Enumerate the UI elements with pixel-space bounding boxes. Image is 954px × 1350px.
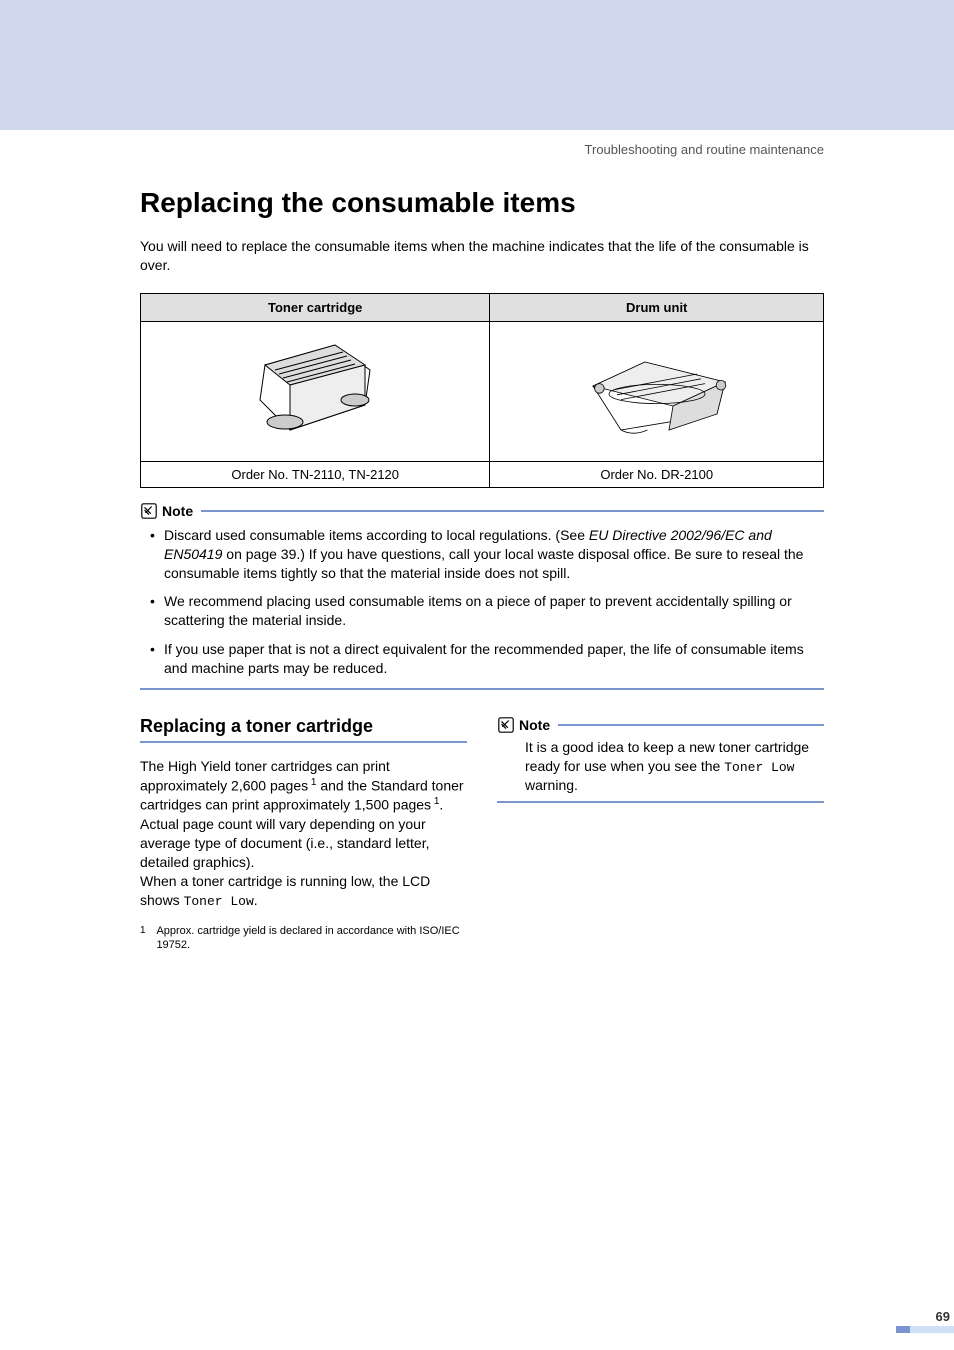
footer-bar-dark <box>896 1326 910 1333</box>
note2-body: It is a good idea to keep a new toner ca… <box>497 738 824 795</box>
toner-paragraph: The High Yield toner cartridges can prin… <box>140 757 467 910</box>
header-band <box>0 0 954 130</box>
lcd-message-toner-low: Toner Low <box>184 894 254 909</box>
note-label: Note <box>162 503 193 519</box>
drum-image-cell <box>490 321 824 461</box>
section-heading-toner: Replacing a toner cartridge <box>140 716 467 743</box>
note-rule <box>201 510 824 512</box>
page-footer: 69 <box>0 1309 954 1333</box>
table-header-drum: Drum unit <box>490 293 824 321</box>
note-block-1: Note Discard used consumable items accor… <box>140 502 824 690</box>
footnote-text: Approx. cartridge yield is declared in a… <box>156 924 467 953</box>
breadcrumb: Troubleshooting and routine maintenance <box>0 130 954 157</box>
page-content: B Replacing the consumable items You wil… <box>0 157 954 953</box>
note-icon <box>140 502 158 520</box>
lcd-message-toner-low-2: Toner Low <box>724 760 794 775</box>
intro-paragraph: You will need to replace the consumable … <box>140 237 824 275</box>
toner-image-cell <box>141 321 490 461</box>
left-column: Replacing a toner cartridge The High Yie… <box>140 716 467 953</box>
toner-cartridge-illustration <box>235 330 395 450</box>
note-item-1: Discard used consumable items according … <box>150 526 824 583</box>
page-number: 69 <box>0 1309 954 1324</box>
note-rule <box>558 724 824 726</box>
note-item-3: If you use paper that is not a direct eq… <box>150 640 824 678</box>
note-label: Note <box>519 717 550 733</box>
drum-unit-illustration <box>577 330 737 450</box>
note-end-rule <box>497 801 824 803</box>
consumables-table: Toner cartridge Drum unit <box>140 293 824 488</box>
table-header-toner: Toner cartridge <box>141 293 490 321</box>
footnote-1: 1 Approx. cartridge yield is declared in… <box>140 924 467 953</box>
note-end-rule <box>140 688 824 690</box>
note-item-2: We recommend placing used consumable ite… <box>150 592 824 630</box>
toner-order-number: Order No. TN-2110, TN-2120 <box>141 461 490 487</box>
note-icon <box>497 716 515 734</box>
footnote-number: 1 <box>140 924 156 953</box>
right-column: Note It is a good idea to keep a new ton… <box>497 716 824 953</box>
drum-order-number: Order No. DR-2100 <box>490 461 824 487</box>
page-title: Replacing the consumable items <box>140 187 824 219</box>
footer-bar-light <box>910 1326 954 1333</box>
